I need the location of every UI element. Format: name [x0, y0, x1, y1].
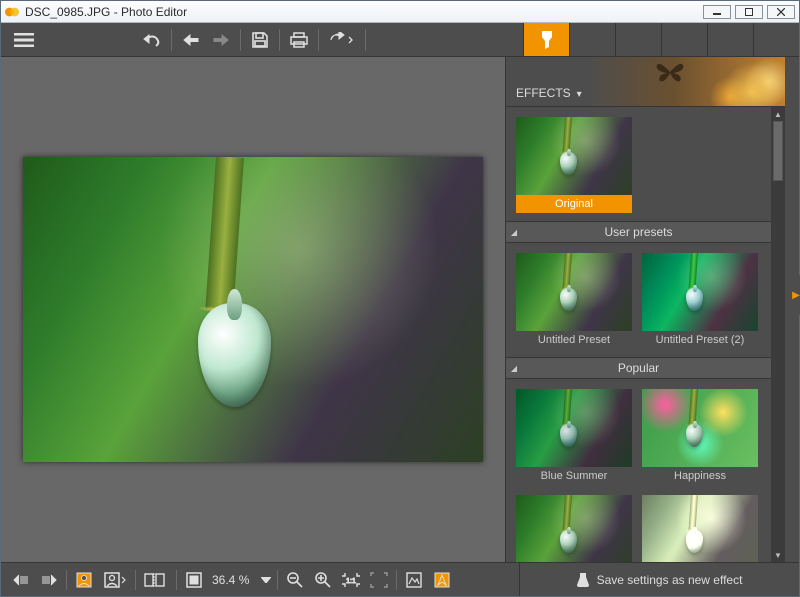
forward-button[interactable] [206, 23, 236, 56]
effects-header[interactable]: EFFECTS ▾ [506, 57, 785, 107]
section-label: Popular [522, 361, 771, 375]
compare-split-button[interactable] [139, 563, 173, 596]
window-titlebar: DSC_0985.JPG - Photo Editor [1, 1, 799, 23]
canvas-area[interactable] [1, 57, 505, 562]
histogram-button[interactable] [400, 563, 428, 596]
scroll-up-icon[interactable]: ▲ [773, 109, 783, 119]
effect-thumb[interactable] [642, 495, 758, 562]
thumb-label: Untitled Preset [516, 331, 632, 349]
maximize-button[interactable] [735, 5, 763, 19]
save-button[interactable] [245, 23, 275, 56]
tab-retouch[interactable] [661, 23, 707, 56]
window-title: DSC_0985.JPG - Photo Editor [25, 5, 703, 19]
scroll-thumb[interactable] [773, 121, 783, 181]
actual-size-button[interactable]: 1:1 [337, 563, 365, 596]
effect-thumb[interactable] [516, 495, 632, 562]
thumb-label: Blue Summer [516, 467, 632, 485]
image-canvas[interactable] [23, 157, 483, 462]
scroll-down-icon[interactable]: ▼ [773, 550, 783, 560]
flowers-decoration [675, 57, 785, 107]
tab-effects[interactable] [523, 23, 569, 56]
disclosure-triangle-icon: ◢ [506, 228, 522, 237]
scroll-track[interactable] [773, 121, 783, 548]
effect-thumb-original[interactable]: Original [516, 117, 632, 213]
undo-button[interactable] [137, 23, 167, 56]
tab-text[interactable] [753, 23, 799, 56]
section-popular[interactable]: ◢ Popular [506, 357, 771, 379]
next-image-button[interactable] [35, 563, 63, 596]
effect-thumb[interactable]: Happiness [642, 389, 758, 485]
prev-image-button[interactable] [7, 563, 35, 596]
view-mode-compare-button[interactable] [98, 563, 132, 596]
tab-textures[interactable] [707, 23, 753, 56]
effect-thumb[interactable]: Blue Summer [516, 389, 632, 485]
disclosure-triangle-icon: ◢ [506, 364, 522, 373]
effect-thumb[interactable]: Untitled Preset [516, 253, 632, 349]
save-effect-label: Save settings as new effect [597, 573, 743, 587]
save-as-effect-button[interactable]: Save settings as new effect [519, 563, 799, 596]
zoom-out-button[interactable] [281, 563, 309, 596]
window-controls [703, 5, 795, 19]
zoom-in-button[interactable] [309, 563, 337, 596]
close-button[interactable] [767, 5, 795, 19]
thumb-label: Untitled Preset (2) [642, 331, 758, 349]
tab-crop[interactable] [569, 23, 615, 56]
menu-button[interactable] [9, 23, 39, 56]
top-toolbar [1, 23, 799, 57]
tab-adjust[interactable] [615, 23, 661, 56]
effects-header-label: EFFECTS [516, 86, 571, 100]
chevron-down-icon: ▾ [577, 89, 582, 100]
thumb-label: Original [516, 195, 632, 213]
view-mode-single-button[interactable] [70, 563, 98, 596]
fit-screen-button[interactable] [180, 563, 208, 596]
mode-tabs [523, 23, 799, 56]
navigator-button[interactable] [428, 563, 456, 596]
export-button[interactable] [323, 23, 361, 56]
section-label: User presets [522, 225, 771, 239]
section-user-presets[interactable]: ◢ User presets [506, 221, 771, 243]
print-button[interactable] [284, 23, 314, 56]
flask-icon [577, 572, 589, 588]
svg-text:1:1: 1:1 [346, 578, 356, 585]
fullscreen-button[interactable] [365, 563, 393, 596]
thumb-label: Happiness [642, 467, 758, 485]
back-button[interactable] [176, 23, 206, 56]
app-icon [5, 5, 19, 19]
zoom-level: 36.4 % [212, 573, 254, 587]
bottom-toolbar: 36.4 % 1:1 Save settings as new effect [1, 562, 799, 596]
effect-thumb[interactable]: Untitled Preset (2) [642, 253, 758, 349]
zoom-dropdown[interactable] [258, 563, 274, 596]
minimize-button[interactable] [703, 5, 731, 19]
panel-scrollbar[interactable]: ▲ ▼ [771, 107, 785, 562]
side-expand-handle[interactable]: ▶ [792, 275, 800, 315]
effects-panel: EFFECTS ▾ Original ◢ [505, 57, 785, 562]
